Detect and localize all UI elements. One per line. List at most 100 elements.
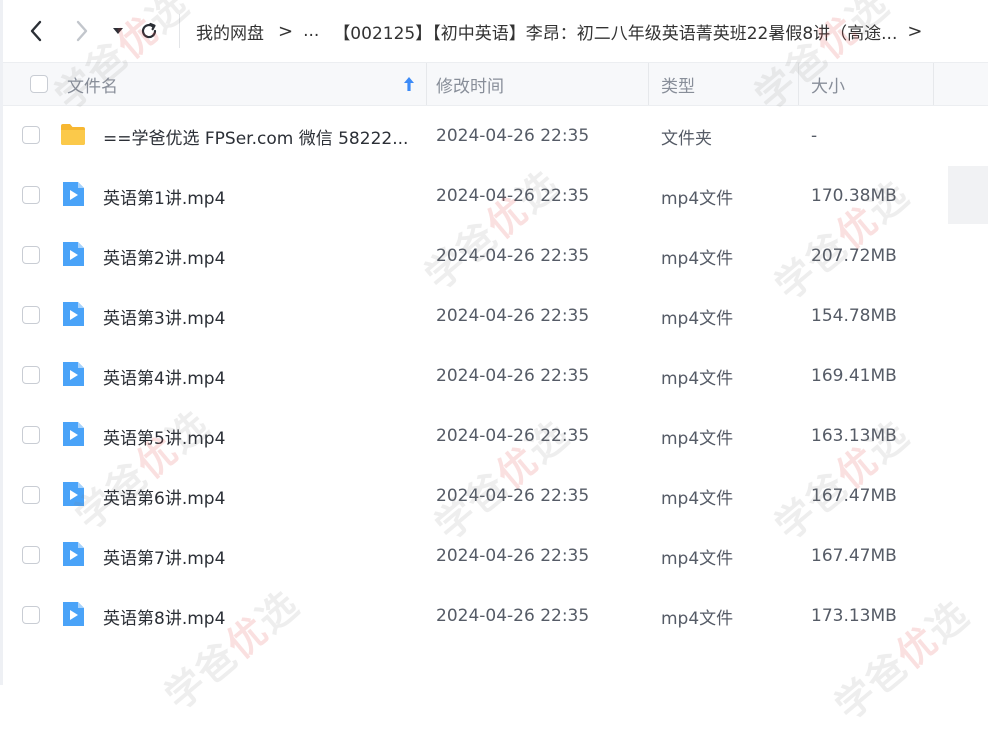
row-checkbox[interactable] xyxy=(22,366,40,384)
chevron-right-icon xyxy=(76,20,88,42)
file-name-cell[interactable]: 英语第7讲.mp4 xyxy=(103,526,413,586)
breadcrumb-root[interactable]: 我的网盘 xyxy=(196,19,264,44)
video-file-icon xyxy=(63,182,84,206)
history-dropdown-button[interactable] xyxy=(104,14,132,48)
file-row[interactable]: 英语第5讲.mp4 2024-04-26 22:35 mp4文件 163.13M… xyxy=(3,406,988,466)
video-file-icon xyxy=(63,362,84,386)
file-row[interactable]: 英语第6讲.mp4 2024-04-26 22:35 mp4文件 167.47M… xyxy=(3,466,988,526)
file-list-header: 文件名 修改时间 类型 大小 xyxy=(3,62,988,106)
file-name[interactable]: 英语第2讲.mp4 xyxy=(103,244,225,269)
file-name[interactable]: 英语第7讲.mp4 xyxy=(103,544,225,569)
modified-time: 2024-04-26 22:35 xyxy=(436,546,590,566)
folder-icon xyxy=(61,124,85,145)
modified-time: 2024-04-26 22:35 xyxy=(436,366,590,386)
back-button[interactable] xyxy=(22,14,50,48)
refresh-button[interactable] xyxy=(135,14,163,48)
file-size: 154.78MB xyxy=(811,306,897,326)
video-file-icon xyxy=(63,602,84,626)
select-all-cell xyxy=(30,63,48,105)
row-checkbox[interactable] xyxy=(22,186,40,204)
file-name[interactable]: ==学爸优选 FPSer.com 微信 58222... xyxy=(103,124,408,149)
column-header-type[interactable]: 类型 xyxy=(661,63,695,105)
file-size: 207.72MB xyxy=(811,246,897,266)
video-file-icon xyxy=(63,482,84,506)
file-name-cell[interactable]: 英语第4讲.mp4 xyxy=(103,346,413,406)
refresh-icon xyxy=(141,22,157,39)
file-size: 173.13MB xyxy=(811,606,897,626)
video-file-icon xyxy=(63,302,84,326)
file-size: - xyxy=(811,126,818,146)
row-checkbox[interactable] xyxy=(22,126,40,144)
file-type: mp4文件 xyxy=(661,308,734,329)
file-name-cell[interactable]: 英语第2讲.mp4 xyxy=(103,226,413,286)
file-size: 170.38MB xyxy=(811,186,897,206)
column-divider[interactable] xyxy=(798,63,799,105)
modified-time: 2024-04-26 22:35 xyxy=(436,186,590,206)
file-name-cell[interactable]: 英语第1讲.mp4 xyxy=(103,166,413,226)
navigation-bar: 我的网盘 > ... 【002125】【初中英语】李昂：初二八年级英语菁英班22… xyxy=(0,0,988,62)
video-file-icon xyxy=(63,242,84,266)
breadcrumb-separator: > xyxy=(278,20,294,42)
modified-time: 2024-04-26 22:35 xyxy=(436,126,590,146)
column-header-size[interactable]: 大小 xyxy=(811,63,845,105)
row-checkbox[interactable] xyxy=(22,486,40,504)
video-file-icon xyxy=(63,422,84,446)
row-checkbox[interactable] xyxy=(22,606,40,624)
file-type: mp4文件 xyxy=(661,488,734,509)
breadcrumb-current-folder[interactable]: 【002125】【初中英语】李昂：初二八年级英语菁英班22暑假8讲（高途... xyxy=(333,19,897,44)
row-checkbox[interactable] xyxy=(22,426,40,444)
sort-up-arrow-icon[interactable] xyxy=(403,76,415,92)
row-checkbox[interactable] xyxy=(22,246,40,264)
file-size: 167.47MB xyxy=(811,486,897,506)
file-row[interactable]: 英语第1讲.mp4 2024-04-26 22:35 mp4文件 170.38M… xyxy=(3,166,988,226)
file-name-cell[interactable]: 英语第8讲.mp4 xyxy=(103,586,413,646)
modified-time: 2024-04-26 22:35 xyxy=(436,486,590,506)
breadcrumb-ellipsis[interactable]: ... xyxy=(303,21,319,41)
modified-time: 2024-04-26 22:35 xyxy=(436,426,590,446)
column-header-name[interactable]: 文件名 xyxy=(67,63,118,105)
file-name-cell[interactable]: 英语第3讲.mp4 xyxy=(103,286,413,346)
file-size: 167.47MB xyxy=(811,546,897,566)
modified-time: 2024-04-26 22:35 xyxy=(436,246,590,266)
file-type: mp4文件 xyxy=(661,368,734,389)
file-size: 169.41MB xyxy=(811,366,897,386)
file-type: mp4文件 xyxy=(661,248,734,269)
column-divider[interactable] xyxy=(933,63,934,105)
forward-button[interactable] xyxy=(68,14,96,48)
file-type: 文件夹 xyxy=(661,128,712,149)
column-divider[interactable] xyxy=(648,63,649,105)
file-size: 163.13MB xyxy=(811,426,897,446)
file-type: mp4文件 xyxy=(661,428,734,449)
file-row[interactable]: 英语第2讲.mp4 2024-04-26 22:35 mp4文件 207.72M… xyxy=(3,226,988,286)
breadcrumb: 我的网盘 > ... 【002125】【初中英语】李昂：初二八年级英语菁英班22… xyxy=(196,0,932,62)
file-name[interactable]: 英语第1讲.mp4 xyxy=(103,184,225,209)
modified-time: 2024-04-26 22:35 xyxy=(436,306,590,326)
breadcrumb-expand-arrow[interactable]: > xyxy=(907,21,922,42)
caret-down-icon xyxy=(113,28,123,34)
file-row[interactable]: 英语第8讲.mp4 2024-04-26 22:35 mp4文件 173.13M… xyxy=(3,586,988,646)
file-name[interactable]: 英语第6讲.mp4 xyxy=(103,484,225,509)
file-type: mp4文件 xyxy=(661,608,734,629)
folder-row[interactable]: ==学爸优选 FPSer.com 微信 58222... 2024-04-26 … xyxy=(3,106,988,166)
column-divider[interactable] xyxy=(426,63,427,105)
file-name-cell[interactable]: ==学爸优选 FPSer.com 微信 58222... xyxy=(103,106,413,166)
column-header-modified[interactable]: 修改时间 xyxy=(436,63,504,105)
file-row[interactable]: 英语第7讲.mp4 2024-04-26 22:35 mp4文件 167.47M… xyxy=(3,526,988,586)
file-row[interactable]: 英语第3讲.mp4 2024-04-26 22:35 mp4文件 154.78M… xyxy=(3,286,988,346)
file-name[interactable]: 英语第3讲.mp4 xyxy=(103,304,225,329)
file-name-cell[interactable]: 英语第5讲.mp4 xyxy=(103,406,413,466)
file-type: mp4文件 xyxy=(661,548,734,569)
file-name[interactable]: 英语第4讲.mp4 xyxy=(103,364,225,389)
chevron-left-icon xyxy=(30,20,42,42)
file-type: mp4文件 xyxy=(661,188,734,209)
file-name[interactable]: 英语第5讲.mp4 xyxy=(103,424,225,449)
row-checkbox[interactable] xyxy=(22,546,40,564)
video-file-icon xyxy=(63,542,84,566)
toolbar-divider xyxy=(179,14,180,48)
file-row[interactable]: 英语第4讲.mp4 2024-04-26 22:35 mp4文件 169.41M… xyxy=(3,346,988,406)
file-name[interactable]: 英语第8讲.mp4 xyxy=(103,604,225,629)
row-checkbox[interactable] xyxy=(22,306,40,324)
modified-time: 2024-04-26 22:35 xyxy=(436,606,590,626)
select-all-checkbox[interactable] xyxy=(30,75,48,93)
file-name-cell[interactable]: 英语第6讲.mp4 xyxy=(103,466,413,526)
